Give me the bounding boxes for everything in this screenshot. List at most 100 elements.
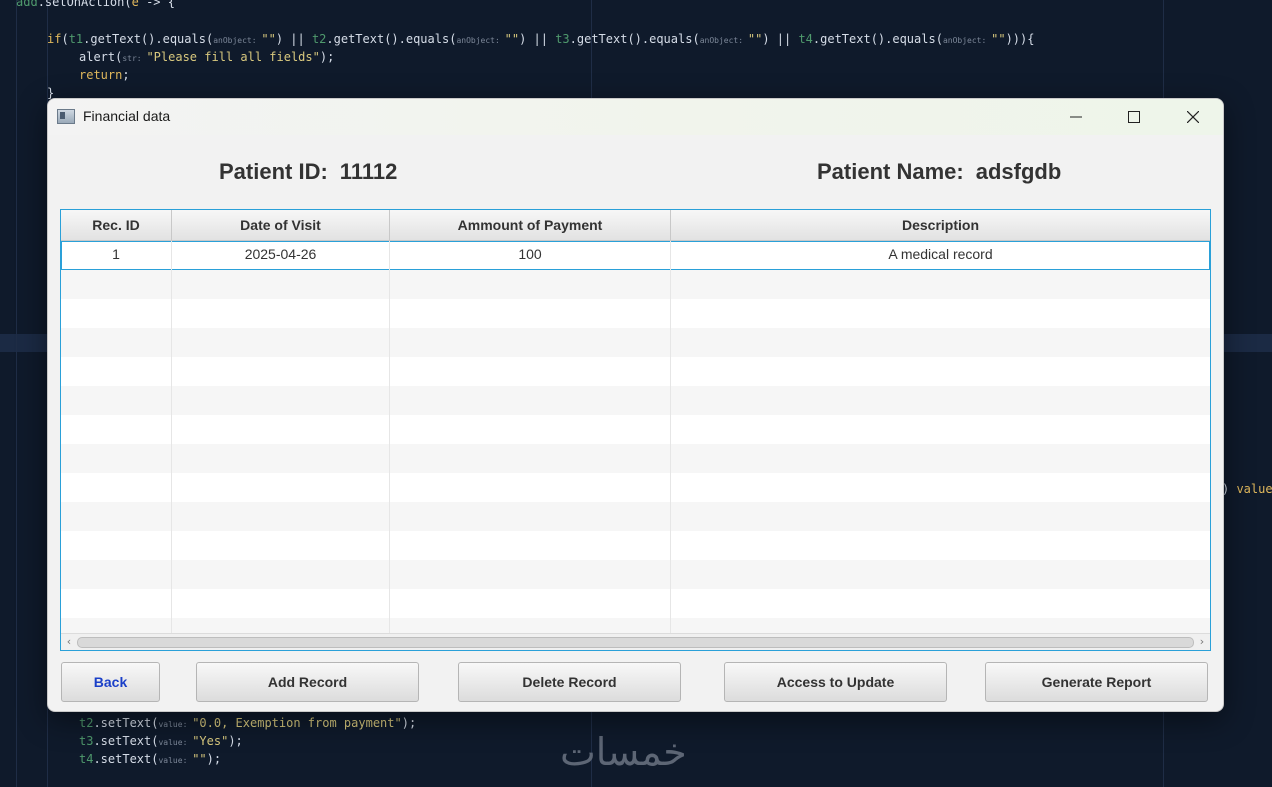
column-header-date[interactable]: Date of Visit [172,210,390,240]
table-cell [61,386,172,415]
table-cell [61,502,172,531]
table-cell [172,357,390,386]
table-cell [671,328,1210,357]
generate-report-button[interactable]: Generate Report [985,662,1208,702]
table-row[interactable] [61,328,1210,357]
table-cell [671,299,1210,328]
patient-name-heading: Patient Name: adsfgdb [817,159,1061,185]
patient-name-value: adsfgdb [975,159,1062,184]
column-header-rec-id[interactable]: Rec. ID [61,210,172,240]
window-title: Financial data [83,108,171,124]
delete-record-button[interactable]: Delete Record [458,662,681,702]
table-cell [671,415,1210,444]
table-cell [61,444,172,473]
access-to-update-button[interactable]: Access to Update [724,662,947,702]
table-row[interactable] [61,473,1210,502]
table-cell: 2025-04-26 [172,241,390,270]
code-line: t4.setText(value: ""); [79,752,222,766]
add-record-button[interactable]: Add Record [196,662,419,702]
table-cell [390,444,671,473]
code-line: t3.setText(value: "Yes"); [79,734,243,748]
table-row[interactable] [61,386,1210,415]
table-row[interactable] [61,444,1210,473]
table-cell [61,589,172,618]
scroll-left-icon[interactable]: ‹ [62,635,76,649]
table-cell: 1 [61,241,172,270]
maximize-button[interactable] [1105,99,1163,135]
table-cell [61,357,172,386]
table-cell [61,299,172,328]
table-cell [671,270,1210,299]
table-cell [172,589,390,618]
table-cell [390,415,671,444]
close-button[interactable] [1164,99,1222,135]
table-cell [61,415,172,444]
table-cell [671,473,1210,502]
column-header-payment[interactable]: Ammount of Payment [390,210,671,240]
table-cell [172,386,390,415]
code-line: add.setOnAction(e -> { [16,0,175,9]
table-row[interactable] [61,589,1210,618]
table-body: 1 2025-04-26 100 A medical record [61,241,1210,647]
app-window-icon [57,109,75,124]
title-bar[interactable]: Financial data [48,99,1223,135]
table-row[interactable] [61,560,1210,589]
patient-id-label: Patient ID: [219,159,328,184]
column-header-description[interactable]: Description [671,210,1210,240]
scroll-right-icon[interactable]: › [1195,635,1209,649]
table-row[interactable] [61,357,1210,386]
code-line: return; [79,68,130,82]
table-cell [172,502,390,531]
table-cell [390,328,671,357]
financial-data-window: Financial data Patient ID: 11112 Patient … [47,98,1224,712]
table-cell: A medical record [888,246,993,262]
records-table[interactable]: Rec. ID Date of Visit Ammount of Payment… [60,209,1211,651]
maximize-icon [1128,111,1140,123]
table-cell [671,444,1210,473]
table-row[interactable] [61,531,1210,560]
table-row[interactable] [61,299,1210,328]
back-button[interactable]: Back [61,662,160,702]
table-cell [172,299,390,328]
table-cell [390,589,671,618]
table-cell [172,473,390,502]
code-line: ) value [1222,482,1272,496]
minimize-button[interactable] [1047,99,1105,135]
table-cell [61,473,172,502]
table-row[interactable] [61,502,1210,531]
patient-name-label: Patient Name: [817,159,964,184]
table-cell [671,502,1210,531]
table-cell [61,328,172,357]
table-cell [172,328,390,357]
table-row[interactable] [61,270,1210,299]
code-line: t2.setText(value: "0.0, Exemption from p… [79,716,417,730]
watermark-logo: خمسات [560,730,687,774]
table-cell [390,270,671,299]
patient-id-heading: Patient ID: 11112 [219,159,397,185]
table-cell [671,560,1210,589]
code-line: if(t1.getText().equals(anObject: "") || … [47,32,1035,46]
table-row[interactable]: 1 2025-04-26 100 A medical record [61,241,1210,270]
table-cell [61,560,172,589]
table-cell [390,531,671,560]
table-cell [172,270,390,299]
indent-guide [16,0,17,787]
table-cell [61,531,172,560]
scrollbar-thumb[interactable] [77,637,1194,648]
table-cell [61,270,172,299]
table-cell [671,589,1210,618]
table-cell [390,473,671,502]
table-cell [671,386,1210,415]
table-cell [671,357,1210,386]
horizontal-scrollbar[interactable]: ‹ › [61,633,1210,650]
table-cell [172,531,390,560]
table-cell [390,560,671,589]
table-cell: 100 [390,241,671,270]
table-row[interactable] [61,415,1210,444]
patient-id-value: 11112 [339,159,398,184]
table-cell [390,357,671,386]
table-header: Rec. ID Date of Visit Ammount of Payment… [61,210,1210,241]
table-cell [671,531,1210,560]
code-line: alert(str: "Please fill all fields"); [79,50,335,64]
table-cell [172,415,390,444]
